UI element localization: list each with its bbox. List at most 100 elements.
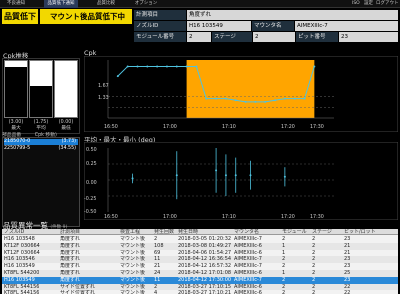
part-id: 2250799-5 <box>4 146 31 151</box>
cpk-bar-max <box>4 60 28 118</box>
table-cell: マウント後 <box>120 276 146 283</box>
parts-list[interactable]: 2185070-0 (3.73) 2250799-5 (34.55) <box>2 137 80 227</box>
table-cell: 角度ずれ <box>60 276 81 283</box>
tab-quality-compare[interactable]: 品質比較 <box>92 0 120 8</box>
table-cell: KT12F 030664 <box>4 242 40 249</box>
mounter-value: AIMEXIIIc-7 <box>295 21 398 31</box>
table-row[interactable]: H16 103548 角度ずれ マウント後 2 2018-03-05 01:20:32 A… <box>2 236 398 243</box>
defect-table[interactable]: ノズルID 計測項目 検査工程 発生回数 発生日時 マウンタ名 モジュール ステージ ピット/ロ… <box>2 229 398 294</box>
table-cell: 24 <box>154 270 161 276</box>
column-header[interactable]: ノズルID <box>4 229 24 235</box>
table-cell: 角度ずれ <box>60 256 81 263</box>
table-cell: 2018-03-27 17:10:21 <box>178 290 232 294</box>
table-cell: 25 <box>344 270 351 276</box>
cpk-point <box>126 65 129 68</box>
cpk-bar-avg-fill <box>30 86 52 117</box>
table-cell: 2 <box>282 263 286 270</box>
table-row[interactable]: KT8FL 544156 サイド位置ずれ マウント後 2 2018-03-27 17:1… <box>2 283 398 291</box>
column-header[interactable]: 発生日時 <box>178 229 198 235</box>
table-cell: 69 <box>154 249 161 256</box>
table-cell: 2018-04-12 16:36:54 <box>178 256 232 263</box>
cpk-xtick: 17:00 <box>163 124 177 130</box>
table-cell: 23 <box>344 236 351 242</box>
table-cell: H16 103549 <box>4 276 35 283</box>
table-cell: マウント後 <box>120 249 146 256</box>
table-cell: マウント後 <box>120 256 146 263</box>
table-row[interactable]: KT12F 030664 角度ずれ マウント後 69 2018-04-06 01:54:… <box>2 250 398 257</box>
column-header[interactable]: 検査工程 <box>120 229 140 235</box>
cpk-point <box>224 97 227 100</box>
cpk-point <box>244 100 247 103</box>
table-cell: 11 <box>154 276 161 283</box>
table-cell: 2018-03-05 01:20:32 <box>178 236 232 242</box>
table-cell: 2018-04-12 17:01:08 <box>178 270 232 276</box>
cpk-point <box>303 97 306 100</box>
table-cell: 1 <box>282 270 286 276</box>
table-row[interactable]: H16 103549 角度ずれ マウント後 11 2018-04-12 17:30:00… <box>2 276 398 284</box>
table-cell: 2 <box>312 242 316 249</box>
column-header[interactable]: ステージ <box>312 229 332 235</box>
cpk-min-caption: 最低 <box>61 126 71 131</box>
table-cell: 2 <box>312 276 316 283</box>
settings-link[interactable]: 設定 <box>364 0 373 8</box>
dev-avg-point <box>283 175 286 178</box>
table-cell: KT8FL 544156 <box>4 283 40 290</box>
tab-defect-notice[interactable]: 不良通知 <box>2 0 30 8</box>
table-row[interactable]: H16 103546 角度ずれ マウント後 11 2018-04-12 16:36:54… <box>2 256 398 264</box>
cpk-point <box>195 65 198 68</box>
measure-label: 計測項目 <box>134 10 186 20</box>
table-row[interactable]: KT8FL 544156 サイド位置ずれ マウント後 4 2018-03-27 17:1… <box>2 290 398 294</box>
defect-table-header: ノズルID 計測項目 検査工程 発生回数 発生日時 マウンタ名 モジュール ステージ ピット/ロ… <box>2 229 398 235</box>
table-cell: 角度ずれ <box>60 249 81 256</box>
dev-xtick: 17:00 <box>163 214 177 220</box>
table-cell: 1 <box>282 249 286 256</box>
module-value: 2 <box>187 32 211 42</box>
column-header[interactable]: マウンタ名 <box>234 229 259 235</box>
table-cell: 2018-04-12 17:30:00 <box>178 276 232 283</box>
dev-avg-point <box>215 169 218 172</box>
dev-ytick: 0.25 <box>86 161 97 167</box>
column-header[interactable]: 発生回数 <box>154 229 174 235</box>
dev-xtick: 17:30 <box>310 214 324 220</box>
table-cell: サイド位置ずれ <box>60 290 96 294</box>
table-cell: AIMEXIIIc-7 <box>234 256 262 263</box>
column-header[interactable]: ピット/ロット <box>344 229 376 235</box>
table-cell: マウント後 <box>120 270 146 276</box>
quality-drop-alert: 品質低下 <box>2 9 38 24</box>
table-cell: マウント後 <box>120 236 146 242</box>
table-cell: 2 <box>312 283 316 290</box>
tab-options[interactable]: オプション <box>132 0 160 8</box>
cpk-point <box>146 65 149 68</box>
cpk-xtick: 17:10 <box>222 124 236 130</box>
table-row[interactable]: KT12F 030664 角度ずれ マウント後 108 2018-03-08 01:49… <box>2 242 398 250</box>
cpk-bar-min <box>54 60 78 118</box>
cpk-point <box>165 65 168 68</box>
table-cell: 1 <box>282 242 286 249</box>
list-item[interactable]: 2250799-5 (34.55) <box>4 146 78 152</box>
cpk-xtick: 16:50 <box>104 124 118 130</box>
table-cell: 2 <box>312 249 316 256</box>
mounter-label: マウンタ名 <box>252 21 294 31</box>
list-item[interactable]: 2185070-0 (3.73) <box>4 139 78 145</box>
table-row[interactable]: H16 103549 角度ずれ マウント後 21 2018-04-12 16:57:32… <box>2 263 398 270</box>
table-cell: 2 <box>282 283 286 290</box>
table-cell: 2018-04-06 01:54:27 <box>178 249 232 256</box>
cpk-point <box>264 100 267 103</box>
stage-label: ステージ <box>212 32 252 42</box>
column-header[interactable]: モジュール <box>282 229 307 235</box>
table-cell: 23 <box>344 256 351 263</box>
pitch-value: 23 <box>339 32 398 42</box>
iso-link[interactable]: ISO <box>352 0 360 8</box>
tab-quality-drop[interactable]: 品質低下通知 <box>44 0 78 8</box>
column-header[interactable]: 計測項目 <box>60 229 80 235</box>
table-cell: AIMEXIIIc-6 <box>234 249 262 256</box>
table-cell: マウント後 <box>120 263 146 270</box>
logout-link[interactable]: ログアウト <box>376 0 399 8</box>
cpk-point <box>215 97 218 100</box>
post-mount-alert: マウント後品質低下中 <box>40 9 132 24</box>
table-cell: 23 <box>344 263 351 270</box>
cpk-point <box>313 65 316 68</box>
table-cell: H16 103549 <box>4 263 35 270</box>
cpk-xtick: 17:20 <box>281 124 295 130</box>
table-row[interactable]: KT8FL 544200 角度ずれ マウント後 24 2018-04-12 17:01:… <box>2 270 398 277</box>
